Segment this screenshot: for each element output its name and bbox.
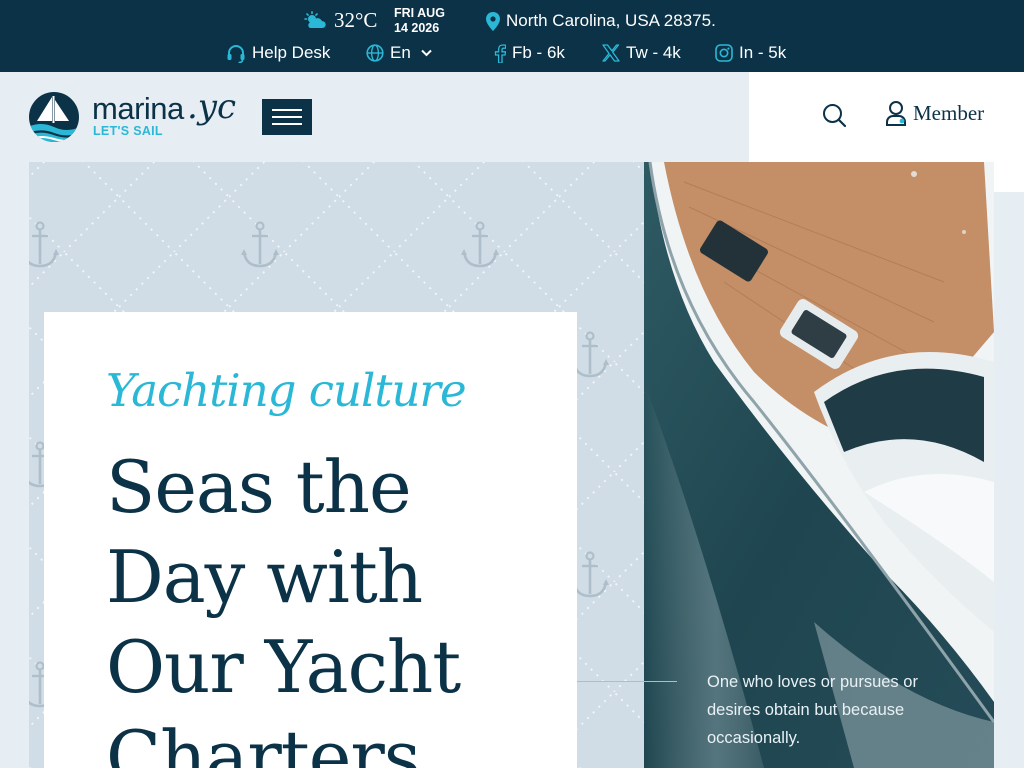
logo-suffix: .yc — [187, 87, 237, 127]
logo-wordmark: marina .yc LET'S SAIL — [92, 87, 242, 143]
language-value: En — [390, 43, 411, 62]
search-icon — [823, 104, 847, 128]
hamburger-menu-icon-bar-3 — [272, 123, 302, 125]
logo-word: marina — [92, 91, 184, 126]
globe-icon — [366, 44, 384, 62]
date-line-1: FRI AUG — [394, 6, 445, 20]
weather-widget: 32°C — [304, 8, 377, 33]
map-pin-icon — [486, 11, 500, 31]
facebook-label: Fb - 6k — [512, 43, 565, 62]
member-label: Member — [913, 101, 985, 125]
hero-caption: One who loves or pursues or desires obta… — [707, 673, 918, 747]
headset-icon — [226, 44, 246, 63]
top-bar-row-info: 32°C FRI AUG 14 2026 North Carolina, USA… — [0, 6, 1024, 38]
location-text: North Carolina, USA 28375. — [506, 11, 716, 30]
hamburger-menu-button[interactable] — [262, 99, 312, 135]
top-bar-row-links: Help Desk En Fb - 6k Tw - 4k In - 5k — [0, 40, 1024, 68]
user-icon — [886, 101, 906, 126]
help-desk-link[interactable]: Help Desk — [226, 43, 330, 63]
member-button[interactable]: Member — [885, 100, 984, 127]
temperature: 32°C — [334, 8, 378, 32]
date-line-2: 14 2026 — [394, 21, 440, 35]
chevron-down-icon — [421, 49, 432, 57]
hero-eyebrow: Yachting culture — [106, 364, 467, 417]
partly-cloudy-icon — [304, 10, 328, 31]
header-actions: Member — [749, 72, 1024, 162]
twitter-label: Tw - 4k — [626, 43, 681, 62]
site-logo[interactable]: marina .yc LET'S SAIL — [28, 87, 242, 143]
hamburger-menu-icon-bar-2 — [272, 116, 302, 118]
hero-card: Yachting culture Seas the Day with Our Y… — [44, 312, 577, 768]
facebook-link[interactable]: Fb - 6k — [494, 43, 565, 63]
search-button[interactable] — [821, 102, 849, 130]
site-header: marina .yc LET'S SAIL — [0, 72, 749, 162]
hamburger-menu-icon-bar-1 — [272, 109, 302, 111]
location-info: North Carolina, USA 28375. — [486, 11, 716, 31]
twitter-link[interactable]: Tw - 4k — [602, 43, 681, 63]
header-corner — [994, 162, 1024, 192]
instagram-icon — [715, 44, 733, 62]
hero-headline: Seas the Day with Our Yacht Charters — [106, 445, 461, 768]
help-desk-label: Help Desk — [252, 43, 331, 62]
logo-tagline: LET'S SAIL — [93, 124, 163, 138]
instagram-label: In - 5k — [739, 43, 787, 62]
x-twitter-icon — [602, 44, 620, 62]
top-bar: 32°C FRI AUG 14 2026 North Carolina, USA… — [0, 0, 1024, 72]
language-selector[interactable]: En — [366, 43, 432, 63]
instagram-link[interactable]: In - 5k — [715, 43, 786, 63]
sailboat-logo-icon — [29, 92, 79, 142]
current-date: FRI AUG 14 2026 — [394, 6, 445, 36]
decorative-divider — [577, 681, 677, 682]
facebook-icon — [494, 43, 506, 63]
